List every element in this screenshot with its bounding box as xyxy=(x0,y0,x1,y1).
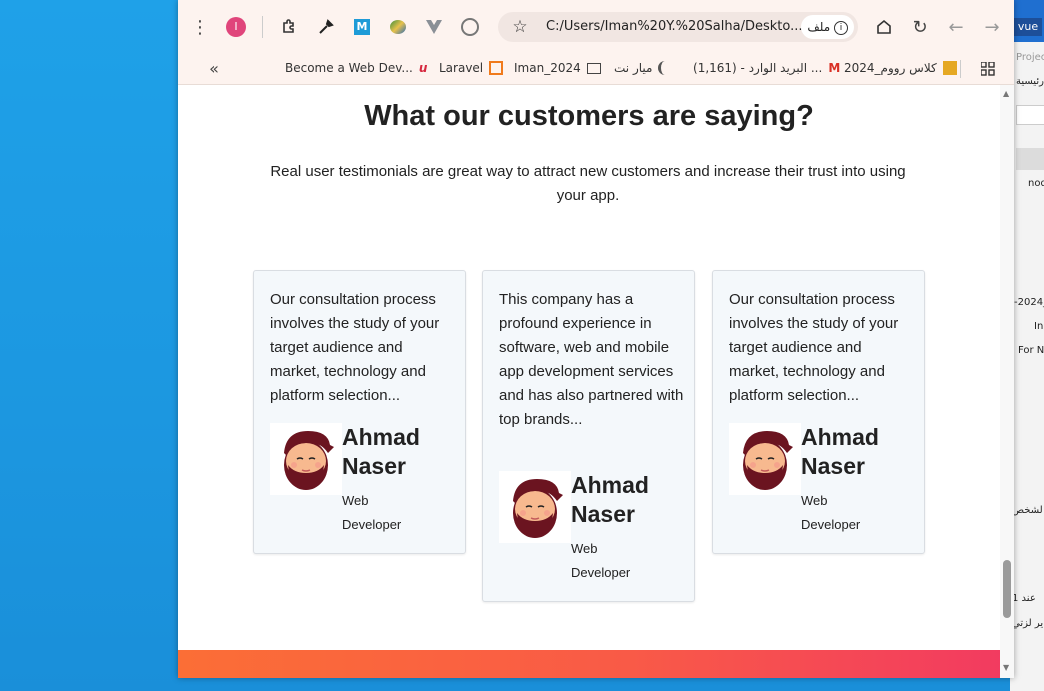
bookmarks-overflow-icon[interactable]: « xyxy=(204,58,224,78)
info-icon: i xyxy=(834,20,848,35)
background-fragment: For N xyxy=(1018,345,1044,356)
background-textbox[interactable] xyxy=(1016,105,1044,125)
site-info-label: ملف xyxy=(807,20,831,34)
bookmark-item[interactable]: Iman_2024 xyxy=(514,61,601,75)
bookmark-item[interactable]: البريد الوارد - (1,161) ... M xyxy=(693,61,840,75)
testimonial-name: Ahmad Naser xyxy=(342,424,420,479)
laravel-icon xyxy=(489,61,504,75)
testimonial-text: Our consultation process involves the st… xyxy=(729,291,899,404)
background-fragment: 1 عند xyxy=(1012,593,1036,604)
testimonial-role: Web Developer xyxy=(342,493,402,532)
avatar-image xyxy=(729,423,801,495)
section-title: What our customers are saying? xyxy=(364,100,814,132)
bookmark-label: ميار نت xyxy=(614,61,653,75)
background-fragment: ير لزتي xyxy=(1012,618,1044,629)
background-fragment: رئيسية xyxy=(1016,76,1044,87)
avatar-image xyxy=(270,423,342,495)
testimonial-text: This company has a profound experience i… xyxy=(499,291,684,428)
browser-window: ⋮ I M ☆ C:/Users/Iman%20Y.%20Salha/Deskt… xyxy=(178,0,1014,678)
bookmark-item[interactable]: Become a Web Dev... u xyxy=(285,61,427,75)
extension-circle-icon[interactable] xyxy=(458,15,482,39)
background-panel xyxy=(1016,148,1044,170)
testimonial-name: Ahmad Naser xyxy=(801,424,879,479)
bookmark-label: Laravel xyxy=(439,61,484,75)
classroom-icon xyxy=(942,61,957,75)
reload-icon[interactable]: ↻ xyxy=(908,15,932,39)
moon-logo-icon xyxy=(658,61,672,75)
section-subtitle: Real user testimonials are great way to … xyxy=(270,163,906,204)
forward-arrow-icon[interactable]: → xyxy=(980,15,1004,39)
bookmarks-bar: « Become a Web Dev... u Laravel Iman_202… xyxy=(178,52,1014,85)
bookmark-label: Iman_2024 xyxy=(514,61,581,75)
scroll-up-arrow-icon[interactable]: ▲ xyxy=(1003,89,1009,98)
avatar-image xyxy=(499,471,571,543)
bookmarks-divider xyxy=(960,60,961,78)
bookmark-label: Become a Web Dev... xyxy=(285,61,413,75)
toolbar-divider xyxy=(262,16,263,38)
footer-gradient-bar xyxy=(178,650,1000,678)
background-window: vue Projec رئيسية nod -2024_ In For N لش… xyxy=(1010,0,1044,691)
bookmark-item[interactable]: Laravel xyxy=(439,61,504,75)
folder-icon xyxy=(586,62,601,74)
bookmark-label: كلاس رووم_2024 xyxy=(844,61,937,75)
extension-m-icon[interactable]: M xyxy=(350,15,374,39)
bookmark-item[interactable]: كلاس رووم_2024 xyxy=(844,61,957,75)
testimonial-card: Our consultation process involves the st… xyxy=(253,270,466,554)
menu-kebab-icon[interactable]: ⋮ xyxy=(190,16,210,38)
background-fragment: لشخص xyxy=(1012,505,1043,516)
back-arrow-icon[interactable]: ← xyxy=(944,15,968,39)
address-bar[interactable]: ☆ C:/Users/Iman%20Y.%20Salha/Deskto... م… xyxy=(498,12,858,42)
browser-toolbar: ⋮ I M ☆ C:/Users/Iman%20Y.%20Salha/Deskt… xyxy=(178,0,1014,52)
extension-globe-icon[interactable] xyxy=(386,15,410,39)
testimonial-role: Web Developer xyxy=(571,541,631,580)
bookmark-label: البريد الوارد - (1,161) ... xyxy=(693,61,823,75)
background-fragment: -2024_ xyxy=(1014,297,1044,308)
testimonial-card: This company has a profound experience i… xyxy=(482,270,695,602)
scrollbar-thumb[interactable] xyxy=(1003,560,1011,618)
apps-grid-icon[interactable] xyxy=(978,59,998,79)
profile-avatar[interactable]: I xyxy=(226,17,246,37)
bookmark-star-icon[interactable]: ☆ xyxy=(510,17,530,37)
vue-devtools-icon[interactable] xyxy=(422,15,446,39)
site-info-chip[interactable]: ملف i xyxy=(801,15,854,39)
eyedropper-icon[interactable] xyxy=(314,15,338,39)
home-icon[interactable] xyxy=(872,15,896,39)
testimonial-role: Web Developer xyxy=(801,493,861,532)
scroll-down-arrow-icon[interactable]: ▼ xyxy=(1003,663,1009,672)
page-content: What our customers are saying? Real user… xyxy=(178,85,1000,678)
gmail-icon: M xyxy=(828,61,841,75)
page-scrollbar[interactable]: ▲ ▼ xyxy=(1000,85,1014,678)
udemy-icon: u xyxy=(418,61,428,75)
background-fragment: Projec xyxy=(1016,52,1044,63)
background-fragment: nod xyxy=(1028,178,1044,189)
extensions-puzzle-icon[interactable] xyxy=(278,15,302,39)
background-fragment: In xyxy=(1034,321,1044,332)
testimonial-card: Our consultation process involves the st… xyxy=(712,270,925,554)
testimonial-name: Ahmad Naser xyxy=(571,472,649,527)
background-window-title[interactable]: vue xyxy=(1014,18,1042,36)
bookmark-item[interactable]: ميار نت xyxy=(614,61,672,75)
url-text[interactable]: C:/Users/Iman%20Y.%20Salha/Deskto... xyxy=(546,19,803,34)
testimonial-text: Our consultation process involves the st… xyxy=(270,291,440,404)
